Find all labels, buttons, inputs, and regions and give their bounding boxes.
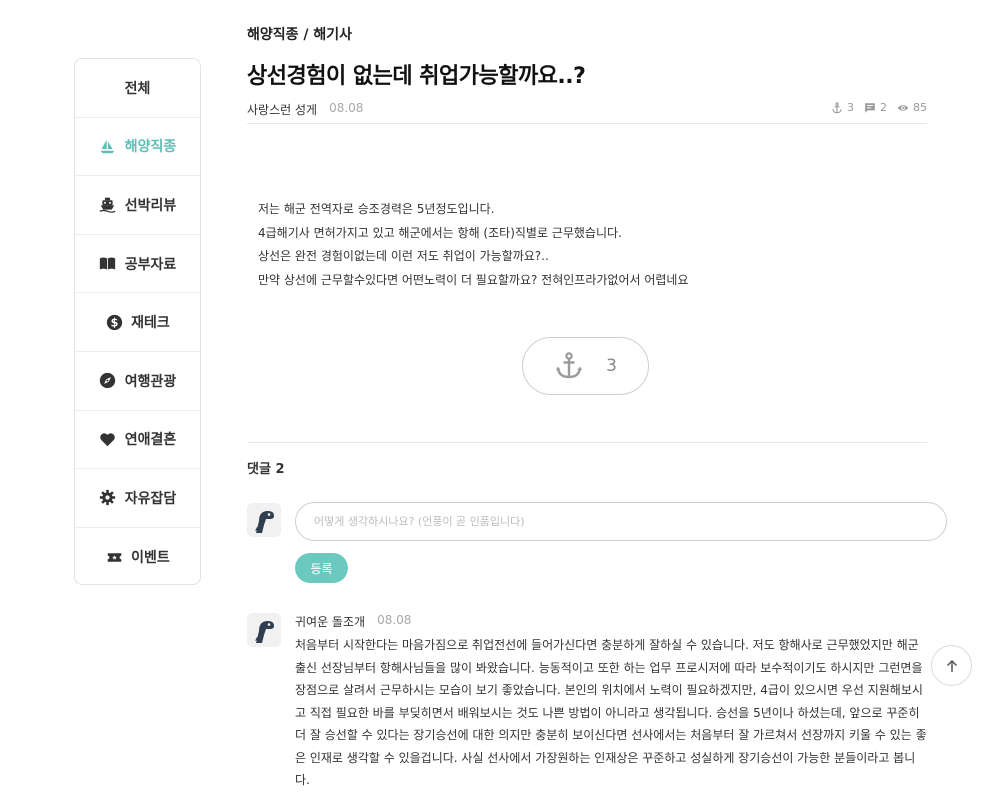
sidebar-item-free-talk[interactable]: 자유잡담	[75, 469, 200, 528]
sidebar-item-event[interactable]: 이벤트	[75, 528, 200, 584]
comment-count: 2	[880, 101, 887, 114]
sidebar-item-all[interactable]: 전체	[75, 59, 200, 118]
eye-icon	[897, 104, 909, 111]
book-icon	[99, 255, 117, 273]
comment-input[interactable]	[295, 502, 947, 541]
comment-author[interactable]: 귀여운 돌조개	[295, 613, 365, 630]
comment-date: 08.08	[377, 613, 412, 627]
post-author[interactable]: 사랑스런 성게	[247, 101, 317, 118]
post-meta: 사랑스런 성게 08.08	[247, 101, 363, 118]
ticket-icon	[105, 548, 123, 566]
dinosaur-avatar-icon	[247, 503, 281, 537]
post-body-line: 만약 상선에 근무할수있다면 어떤노력이 더 필요할까요? 전혀인프라가없어서 …	[258, 272, 689, 287]
sidebar-item-label: 선박리뷰	[124, 197, 177, 214]
compass-icon	[99, 372, 117, 390]
arrow-up-icon	[946, 659, 957, 672]
gear-icon	[99, 489, 117, 507]
avatar	[247, 613, 281, 647]
divider	[247, 123, 927, 124]
sidebar-item-finance[interactable]: $ 재테크	[75, 293, 200, 352]
sidebar-item-label: 전체	[124, 80, 151, 97]
ship-icon	[99, 196, 117, 214]
anchor-icon	[832, 101, 842, 113]
scroll-to-top-button[interactable]	[931, 645, 972, 686]
post-stats: 3 2 85	[827, 101, 927, 114]
comment-stat: 2	[864, 101, 887, 114]
divider	[247, 442, 927, 443]
anchor-like-button[interactable]: 3	[522, 337, 649, 395]
svg-text:$: $	[110, 316, 118, 329]
post-date: 08.08	[329, 101, 364, 115]
breadcrumb[interactable]: 해양직종 / 해기사	[247, 24, 352, 44]
sidebar-item-label: 공부자료	[124, 256, 177, 273]
post-title: 상선경험이 없는데 취업가능할까요..?	[247, 64, 586, 89]
sidebar-item-label: 해양직종	[124, 139, 177, 156]
dinosaur-avatar-icon	[247, 613, 281, 647]
post-body-line: 4급해기사 면허가지고 있고 해군에서는 항해 (조타)직별로 근무했습니다.	[258, 225, 622, 240]
post-body-line: 상선은 완전 경험이없는데 이런 저도 취업이 가능할까요?..	[258, 249, 549, 263]
comments-header: 댓글 2	[247, 462, 285, 477]
sidebar-item-travel[interactable]: 여행관광	[75, 352, 200, 411]
anchor-count: 3	[847, 101, 854, 114]
sidebar-item-label: 연애결혼	[124, 432, 177, 449]
sidebar-item-label: 이벤트	[131, 550, 170, 567]
comment-meta: 귀여운 돌조개 08.08	[295, 613, 411, 630]
sidebar-item-label: 재테크	[131, 315, 170, 332]
sidebar-item-label: 여행관광	[124, 373, 177, 390]
anchor-like-count: 3	[606, 356, 617, 376]
sailboat-icon	[99, 137, 117, 155]
category-sidebar: 전체 해양직종 선박리뷰 공부자료 $ 재테크 여행관광 연애결혼 자유잡담 이…	[74, 58, 201, 585]
sidebar-item-maritime-jobs[interactable]: 해양직종	[75, 118, 200, 177]
sidebar-item-romance[interactable]: 연애결혼	[75, 411, 200, 470]
sidebar-item-ship-review[interactable]: 선박리뷰	[75, 176, 200, 235]
comment-icon	[865, 102, 875, 113]
dollar-icon: $	[105, 313, 123, 331]
sidebar-item-study[interactable]: 공부자료	[75, 235, 200, 294]
view-stat: 85	[897, 101, 927, 114]
view-count: 85	[913, 101, 927, 114]
post-body: 저는 해군 전역자로 승조경력은 5년정도입니다. 4급해기사 면허가지고 있고…	[258, 198, 689, 292]
post-body-line: 저는 해군 전역자로 승조경력은 5년정도입니다.	[258, 202, 495, 216]
submit-comment-button[interactable]: 등록	[295, 553, 348, 583]
sidebar-item-label: 자유잡담	[124, 490, 177, 507]
avatar	[247, 503, 281, 537]
anchor-stat: 3	[831, 101, 854, 114]
heart-icon	[99, 430, 117, 448]
comment-text: 처음부터 시작한다는 마음가짐으로 취업전선에 들어가신다면 충분하게 잘하실 …	[295, 638, 927, 787]
anchor-icon	[556, 352, 583, 379]
